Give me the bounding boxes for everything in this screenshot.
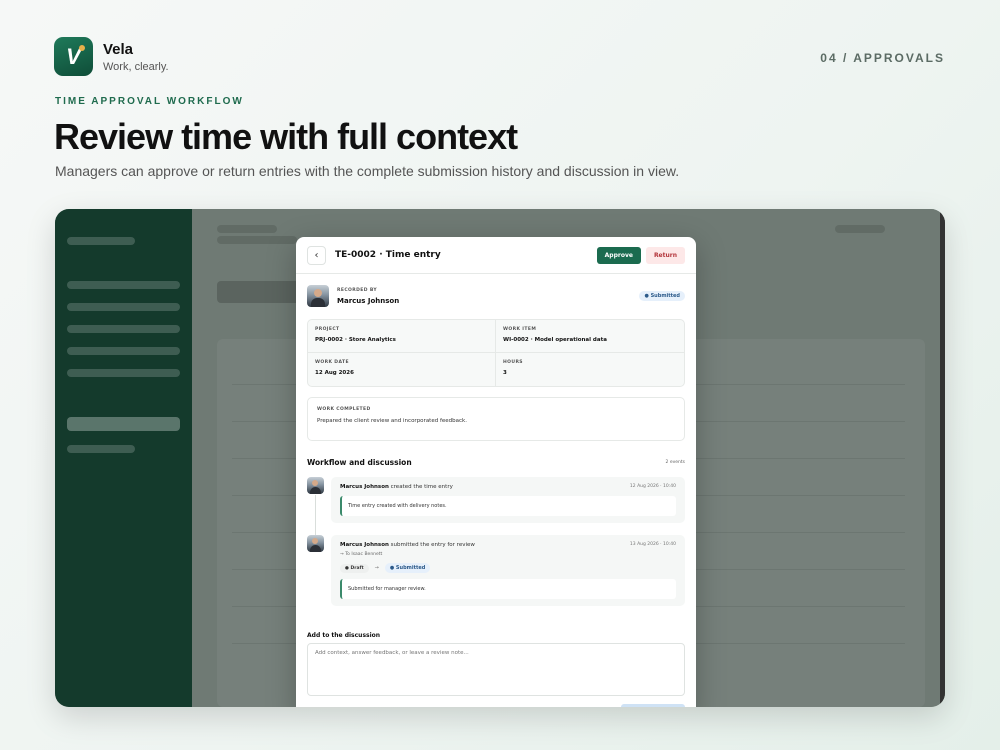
sidebar-blur (67, 347, 180, 355)
sidebar-blur (67, 237, 135, 245)
status-transition: ● Draft → ● Submitted (340, 563, 676, 573)
detail-work-date: WORK DATE 12 Aug 2026 (308, 353, 496, 386)
sidebar-blur-active (67, 417, 180, 431)
approve-button[interactable]: Approve (596, 246, 641, 264)
modal-title: TE-0002 · Time entry (335, 250, 441, 260)
event-action: created the time entry (390, 484, 453, 490)
detail-project: PROJECT PRJ-0002 · Store Analytics (308, 320, 496, 353)
page-index: 04 / APPROVALS (820, 51, 945, 65)
detail-label: PROJECT (315, 327, 340, 332)
work-completed: WORK COMPLETED Prepared the client revie… (307, 397, 685, 441)
brand-name: Vela (103, 40, 134, 58)
status-from-badge: ● Draft (340, 563, 369, 573)
logo-dot (79, 45, 85, 51)
eyebrow: TIME APPROVAL WORKFLOW (55, 96, 244, 107)
work-completed-label: WORK COMPLETED (317, 407, 371, 412)
event-recipient: → To Isaac Bennett (340, 552, 383, 557)
headline: Review time with full context (54, 116, 518, 157)
event-actor: Marcus Johnson (340, 542, 389, 548)
time-entry-modal: ‹ TE-0002 · Time entry Approve Return RE… (296, 237, 696, 707)
event-note: Submitted for manager review. (340, 579, 676, 599)
main-blur (217, 236, 297, 244)
arrow-right-icon: → (374, 565, 379, 571)
event-action: submitted the entry for review (390, 542, 475, 548)
main-blur (835, 225, 885, 233)
workflow-header: Workflow and discussion 2 events (307, 458, 685, 467)
avatar (307, 285, 329, 307)
detail-label: WORK ITEM (503, 327, 537, 332)
main-blur (217, 225, 277, 233)
sidebar-blur (67, 445, 135, 453)
recorded-by-name: Marcus Johnson (337, 296, 400, 305)
main-blur-title (217, 281, 307, 303)
detail-work-item: WORK ITEM WI-0002 · Model operational da… (496, 320, 684, 353)
brand-tagline: Work, clearly. (103, 60, 169, 73)
event-actor: Marcus Johnson (340, 484, 389, 490)
recorded-by-label: RECORDED BY (337, 287, 378, 293)
event-time: 12 Aug 2026 · 10:40 (629, 484, 676, 489)
frame-edge (940, 209, 945, 707)
workflow-count: 2 events (665, 460, 685, 465)
event-note: Time entry created with delivery notes. (340, 496, 676, 516)
detail-label: WORK DATE (315, 360, 349, 365)
workflow-title: Workflow and discussion (307, 458, 412, 467)
back-button[interactable]: ‹ (307, 245, 326, 265)
detail-value: 12 Aug 2026 (315, 370, 354, 376)
app-screenshot-frame: ‹ TE-0002 · Time entry Approve Return RE… (55, 209, 945, 707)
discussion-input[interactable] (307, 643, 685, 696)
modal-header: ‹ TE-0002 · Time entry Approve Return (296, 237, 696, 274)
entry-details: PROJECT PRJ-0002 · Store Analytics WORK … (307, 319, 685, 387)
detail-value: 3 (503, 370, 507, 376)
avatar (307, 535, 324, 552)
detail-value: PRJ-0002 · Store Analytics (315, 337, 396, 343)
vela-logo-icon: V (54, 37, 93, 76)
app-sidebar-backdrop (55, 209, 192, 707)
return-button[interactable]: Return (645, 246, 685, 264)
subline: Managers can approve or return entries w… (55, 163, 680, 179)
post-comment-button[interactable] (621, 704, 685, 707)
recorded-by: RECORDED BY Marcus Johnson ● Submitted (307, 285, 685, 307)
brand: V Vela Work, clearly. (54, 37, 169, 76)
sidebar-blur (67, 303, 180, 311)
sidebar-blur (67, 325, 180, 333)
detail-value: WI-0002 · Model operational data (503, 337, 607, 343)
event-card: Marcus Johnson submitted the entry for r… (331, 535, 685, 606)
status-badge: ● Submitted (639, 291, 685, 301)
avatar (307, 477, 324, 494)
sidebar-blur (67, 369, 180, 377)
event-time: 13 Aug 2026 · 10:40 (629, 542, 676, 547)
event-card: Marcus Johnson created the time entry 12… (331, 477, 685, 523)
status-to-badge: ● Submitted (384, 563, 431, 573)
discussion-label: Add to the discussion (307, 632, 381, 639)
work-completed-text: Prepared the client review and incorpora… (317, 418, 467, 424)
chevron-left-icon: ‹ (314, 249, 319, 261)
sidebar-blur (67, 281, 180, 289)
detail-hours: HOURS 3 (496, 353, 684, 386)
detail-label: HOURS (503, 360, 523, 365)
